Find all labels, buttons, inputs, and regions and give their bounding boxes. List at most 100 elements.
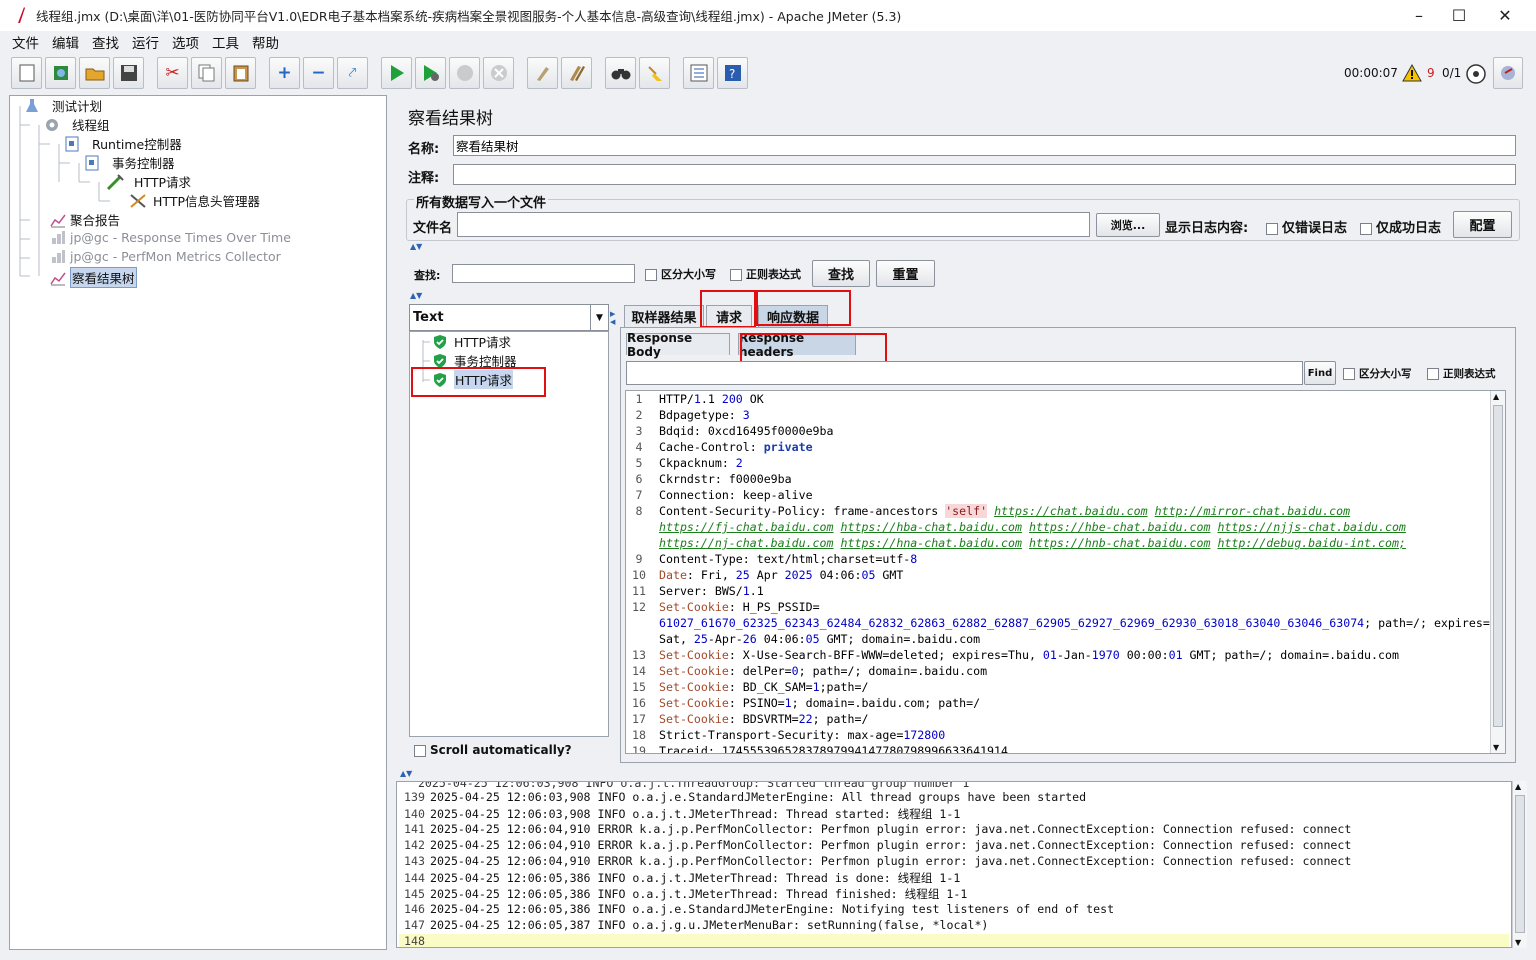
tab-response-body[interactable]: Response Body <box>626 331 730 359</box>
split-arrows-icon[interactable]: ▶ ◀ <box>610 310 615 326</box>
scroll-down-icon[interactable]: ▼ <box>1515 938 1521 947</box>
search-input[interactable] <box>452 264 635 283</box>
configure-button[interactable]: 配置 <box>1453 211 1512 238</box>
scrollbar-thumb[interactable] <box>1493 405 1503 727</box>
thread-count: 0/1 <box>1442 66 1462 80</box>
start-icon[interactable] <box>381 57 412 89</box>
log-scrollbar[interactable]: ▲ ▼ <box>1512 781 1527 948</box>
header-line: Strict-Transport-Security: max-age=17280… <box>659 728 946 742</box>
errors-only-checkbox[interactable]: 仅错误日志 <box>1266 217 1347 236</box>
log-line: 146 2025-04-25 12:06:05,386 INFO o.a.j.e.… <box>404 902 1115 916</box>
toggle-icon[interactable]: ⤤ <box>337 57 368 89</box>
browse-button[interactable]: 浏览... <box>1096 213 1160 237</box>
tree-item-view-results-tree[interactable]: 察看结果树 <box>50 267 137 288</box>
split-arrows-icon[interactable]: ▲▼ <box>410 242 422 251</box>
header-line: https://fj-chat.baidu.com https://hba-ch… <box>659 520 1406 534</box>
response-case-checkbox[interactable]: 区分大小写 <box>1343 366 1412 381</box>
success-only-checkbox[interactable]: 仅成功日志 <box>1360 217 1441 236</box>
search-regex-checkbox[interactable]: 正则表达式 <box>730 266 801 282</box>
headers-scrollbar[interactable]: ▲ ▼ <box>1490 391 1505 753</box>
name-input[interactable] <box>453 135 1516 156</box>
reset-button[interactable]: 重置 <box>876 260 935 287</box>
line-number: 10 <box>632 568 646 582</box>
log-line: 145 2025-04-25 12:06:05,386 INFO o.a.j.t.… <box>404 887 968 901</box>
save-icon[interactable] <box>113 57 144 89</box>
menu-tools[interactable]: 工具 <box>212 32 239 52</box>
copy-icon[interactable] <box>191 57 222 89</box>
clear-all-icon[interactable] <box>561 57 592 89</box>
line-number: 9 <box>635 552 643 566</box>
line-number: 18 <box>632 728 646 742</box>
title-bar: 线程组.jmx (D:\桌面\洋\01-医防协同平台V1.0\EDR电子基本档案… <box>0 0 1536 31</box>
open-icon[interactable] <box>79 57 110 89</box>
binoculars-icon[interactable] <box>605 57 636 89</box>
tree-item-runtime-controller[interactable]: Runtime控制器 <box>64 134 182 153</box>
split-arrows-icon[interactable]: ▲▼ <box>410 291 422 300</box>
response-search-input[interactable] <box>626 361 1303 385</box>
menu-help[interactable]: 帮助 <box>252 32 279 52</box>
clear-icon[interactable] <box>527 57 558 89</box>
chevron-down-icon[interactable]: ▼ <box>590 305 608 330</box>
scrollbar-thumb[interactable] <box>1515 795 1525 933</box>
tree-item-response-times[interactable]: jp@gc - Response Times Over Time <box>50 229 291 245</box>
response-headers-text[interactable]: 1 HTTP/1.1 200 OK 2 Bdpagetype: 3 3 Bdqid: 0x… <box>625 390 1506 754</box>
tree-item-perfmon[interactable]: jp@gc - PerfMon Metrics Collector <box>50 248 281 264</box>
line-number: 12 <box>632 600 646 614</box>
scroll-up-icon[interactable]: ▲ <box>1493 392 1499 401</box>
shutdown-icon[interactable] <box>483 57 514 89</box>
scroll-auto-checkbox[interactable]: Scroll automatically? <box>414 743 572 757</box>
scroll-up-icon[interactable]: ▲ <box>1515 782 1521 791</box>
sample-item[interactable]: HTTP请求 <box>432 332 511 351</box>
function-helper-icon[interactable] <box>683 57 714 89</box>
expand-icon[interactable]: + <box>269 57 300 89</box>
header-line: Content-Security-Policy: frame-ancestors… <box>659 504 1351 518</box>
menu-search[interactable]: 查找 <box>92 32 119 52</box>
filename-input[interactable] <box>457 212 1090 237</box>
svg-text:?: ? <box>729 67 735 81</box>
controller-icon <box>84 155 100 171</box>
close-icon[interactable]: ✕ <box>1482 0 1528 31</box>
collapse-icon[interactable]: − <box>303 57 334 89</box>
highlight-box <box>411 367 546 397</box>
log-panel[interactable]: 2025-04-25 12:06:03,908 INFO o.a.j.t.Thr… <box>396 781 1512 948</box>
warning-icon[interactable] <box>1402 63 1422 86</box>
window-title: 线程组.jmx (D:\桌面\洋\01-医防协同平台V1.0\EDR电子基本档案… <box>36 9 902 24</box>
broom-icon[interactable] <box>639 57 670 89</box>
tree-item-http-request[interactable]: HTTP请求 <box>106 172 191 191</box>
stop-icon[interactable] <box>449 57 480 89</box>
maximize-icon[interactable]: ☐ <box>1436 0 1482 31</box>
log-line: 139 2025-04-25 12:06:03,908 INFO o.a.j.e.… <box>404 790 1087 804</box>
menu-bar: 文件 编辑 查找 运行 选项 工具 帮助 <box>0 31 1536 53</box>
tree-item-thread-group[interactable]: 线程组 <box>44 115 110 134</box>
cut-icon[interactable]: ✂ <box>157 57 188 89</box>
menu-edit[interactable]: 编辑 <box>52 32 79 52</box>
tree-item-test-plan[interactable]: 测试计划 <box>24 96 102 115</box>
tab-sampler-result[interactable]: 取样器结果 <box>624 305 704 327</box>
scroll-down-icon[interactable]: ▼ <box>1493 743 1499 752</box>
tree-item-transaction-controller[interactable]: 事务控制器 <box>84 153 175 172</box>
renderer-select[interactable]: Text ▼ <box>409 304 609 331</box>
menu-file[interactable]: 文件 <box>12 32 39 52</box>
response-regex-checkbox[interactable]: 正则表达式 <box>1427 366 1496 381</box>
new-icon[interactable] <box>11 57 42 89</box>
split-arrows-icon[interactable]: ▲▼ <box>400 769 412 778</box>
menu-run[interactable]: 运行 <box>132 32 159 52</box>
controller-icon <box>64 136 80 152</box>
comment-input[interactable] <box>453 164 1516 185</box>
remote-icon[interactable] <box>1465 63 1487 89</box>
listener-heading: 察看结果树 <box>408 109 493 129</box>
start-no-pauses-icon[interactable] <box>415 57 446 89</box>
find-button[interactable]: 查找 <box>812 260 870 287</box>
help-icon[interactable]: ? <box>717 57 748 89</box>
header-line: Date: Fri, 25 Apr 2025 04:06:05 GMT <box>659 568 904 582</box>
line-number: 11 <box>632 584 646 598</box>
tree-item-aggregate-report[interactable]: 聚合报告 <box>50 210 120 229</box>
log-viewer-icon[interactable] <box>1493 57 1523 89</box>
menu-options[interactable]: 选项 <box>172 32 199 52</box>
search-case-checkbox[interactable]: 区分大小写 <box>645 266 716 282</box>
header-line: Set-Cookie: H_PS_PSSID= <box>659 600 820 614</box>
paste-icon[interactable] <box>225 57 256 89</box>
response-find-button[interactable]: Find <box>1304 361 1336 385</box>
tree-item-header-manager[interactable]: HTTP信息头管理器 <box>129 191 260 210</box>
templates-icon[interactable] <box>45 57 76 89</box>
